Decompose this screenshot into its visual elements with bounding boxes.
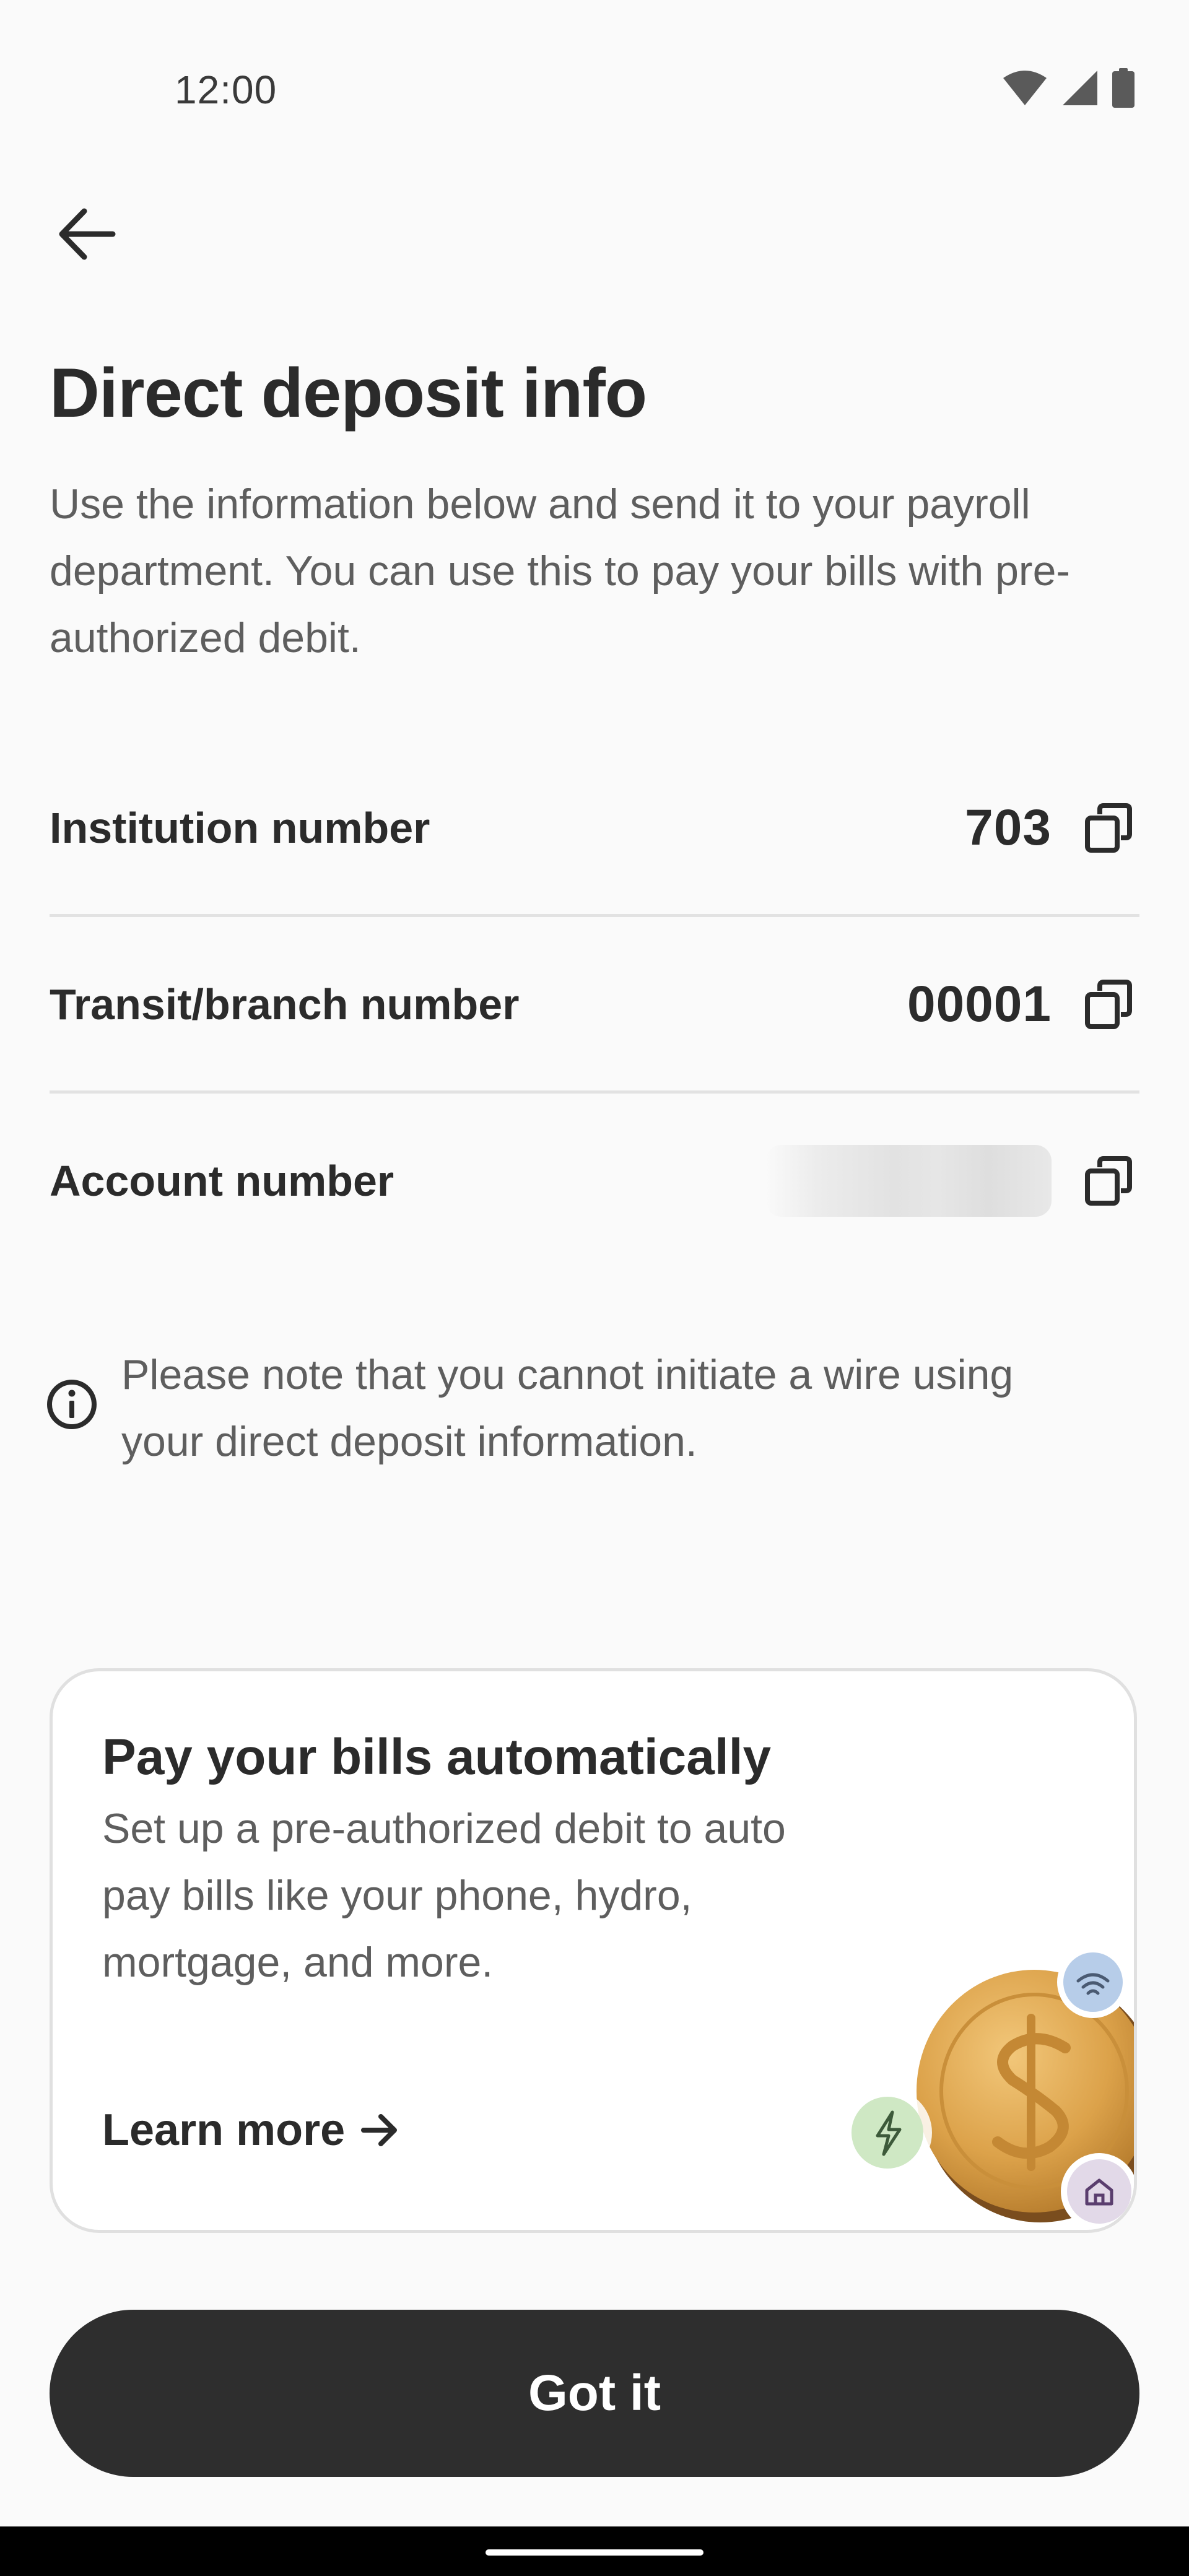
promo-title: Pay your bills automatically bbox=[102, 1729, 772, 1785]
institution-number-value: 703 bbox=[965, 799, 1052, 856]
institution-number-row: Institution number 703 bbox=[50, 740, 1139, 916]
promo-description: Set up a pre-authorized debit to auto pa… bbox=[102, 1805, 786, 1986]
info-icon bbox=[47, 1380, 97, 1429]
page-title: Direct deposit info bbox=[50, 354, 647, 432]
wifi-icon bbox=[1003, 71, 1047, 105]
copy-institution-number-button[interactable] bbox=[1078, 797, 1139, 859]
arrow-left-icon bbox=[59, 208, 116, 260]
transit-number-row: Transit/branch number 00001 bbox=[50, 916, 1139, 1092]
wire-note-text: Please note that you cannot initiate a w… bbox=[121, 1351, 1014, 1465]
status-icons bbox=[1002, 68, 1135, 108]
institution-number-value-group: 703 bbox=[965, 797, 1139, 859]
arrow-right-icon bbox=[361, 2114, 398, 2146]
page-description: Use the information below and send it to… bbox=[50, 481, 1071, 661]
signal-icon bbox=[1063, 71, 1097, 105]
wifi-icon bbox=[1057, 1946, 1129, 2018]
home-icon bbox=[1061, 2153, 1134, 2230]
back-button[interactable] bbox=[43, 197, 130, 271]
account-number-masked-value bbox=[765, 1145, 1052, 1217]
bills-illustration bbox=[843, 1946, 1134, 2230]
pay-bills-promo-card[interactable]: Pay your bills automatically Set up a pr… bbox=[50, 1668, 1137, 2233]
copy-icon bbox=[1085, 980, 1132, 1029]
account-number-row: Account number bbox=[50, 1093, 1139, 1269]
got-it-button[interactable]: Got it bbox=[50, 2310, 1139, 2477]
copy-icon bbox=[1085, 803, 1132, 853]
home-gesture-handle[interactable] bbox=[486, 2549, 703, 2556]
status-bar: 12:00 bbox=[0, 0, 1189, 149]
transit-number-value: 00001 bbox=[907, 976, 1052, 1032]
status-time: 12:00 bbox=[175, 67, 277, 112]
transit-number-value-group: 00001 bbox=[907, 973, 1139, 1035]
institution-number-label: Institution number bbox=[50, 804, 430, 852]
learn-more-link[interactable]: Learn more bbox=[102, 2105, 399, 2156]
copy-icon bbox=[1085, 1156, 1132, 1206]
account-number-label: Account number bbox=[50, 1157, 394, 1205]
transit-number-label: Transit/branch number bbox=[50, 980, 520, 1029]
lightning-icon bbox=[843, 2088, 932, 2177]
copy-transit-number-button[interactable] bbox=[1078, 973, 1139, 1035]
battery-icon bbox=[1112, 68, 1135, 108]
account-number-value-group bbox=[765, 1145, 1139, 1217]
copy-account-number-button[interactable] bbox=[1078, 1150, 1139, 1212]
learn-more-label: Learn more bbox=[102, 2105, 346, 2155]
